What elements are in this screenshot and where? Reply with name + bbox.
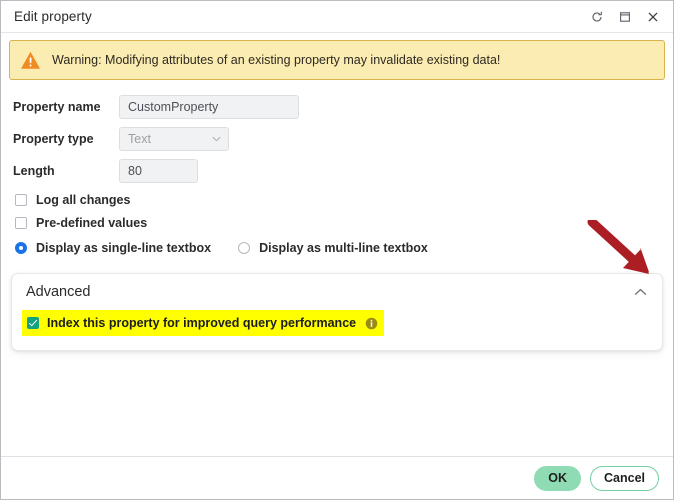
advanced-body: Index this property for improved query p… [12,310,662,336]
label-length: Length [13,164,55,178]
property-name-input[interactable] [119,95,299,119]
field-row-property-name: Property name [13,92,673,122]
window-title: Edit property [14,9,92,24]
length-input[interactable] [119,159,198,183]
banner-container: Warning: Modifying attributes of an exis… [1,33,673,80]
index-property-label: Index this property for improved query p… [47,316,357,330]
pre-defined-values-label: Pre-defined values [36,215,148,230]
index-property-checkbox[interactable] [27,317,39,329]
property-type-select[interactable]: Text [119,127,229,151]
radio-single-line-label: Display as single-line textbox [36,241,212,255]
window-controls [585,1,665,32]
ok-button[interactable]: OK [534,465,581,491]
info-icon[interactable] [365,317,378,330]
log-all-changes-label: Log all changes [36,192,131,207]
warning-triangle-icon [20,51,41,69]
chevron-up-icon [634,283,647,301]
label-property-name: Property name [13,100,101,114]
chevron-down-icon [212,136,221,142]
cancel-button[interactable]: Cancel [590,465,659,491]
restore-icon[interactable] [585,6,609,28]
checkbox-row-pre-defined-values[interactable]: Pre-defined values [15,211,673,234]
warning-banner: Warning: Modifying attributes of an exis… [9,40,665,80]
warning-text: Warning: Modifying attributes of an exis… [52,53,501,67]
property-form: Property name Property type Text Length … [1,80,673,260]
field-row-length: Length [13,156,673,186]
property-type-value: Text [128,132,151,146]
log-all-changes-checkbox[interactable] [15,193,27,206]
advanced-header: Advanced [12,274,662,310]
field-row-property-type: Property type Text [13,124,673,154]
advanced-collapse-toggle[interactable] [630,282,650,302]
advanced-title: Advanced [26,284,91,300]
radio-single-line-textbox[interactable] [15,242,27,254]
title-bar: Edit property [1,1,673,33]
pre-defined-values-checkbox[interactable] [15,216,27,229]
maximize-icon[interactable] [613,6,637,28]
display-mode-radio-group: Display as single-line textbox Display a… [15,236,673,260]
index-property-row[interactable]: Index this property for improved query p… [22,310,385,336]
radio-multi-line-textbox[interactable] [238,242,251,254]
close-icon[interactable] [641,6,665,28]
advanced-panel: Advanced Index this property for improve… [11,273,663,351]
label-property-type: Property type [13,132,94,146]
checkbox-row-log-all-changes[interactable]: Log all changes [15,188,673,211]
dialog-footer: OK Cancel [1,456,673,499]
radio-multi-line-label: Display as multi-line textbox [259,241,428,255]
edit-property-dialog: Edit property Warning: Modifying attribu… [0,0,674,500]
